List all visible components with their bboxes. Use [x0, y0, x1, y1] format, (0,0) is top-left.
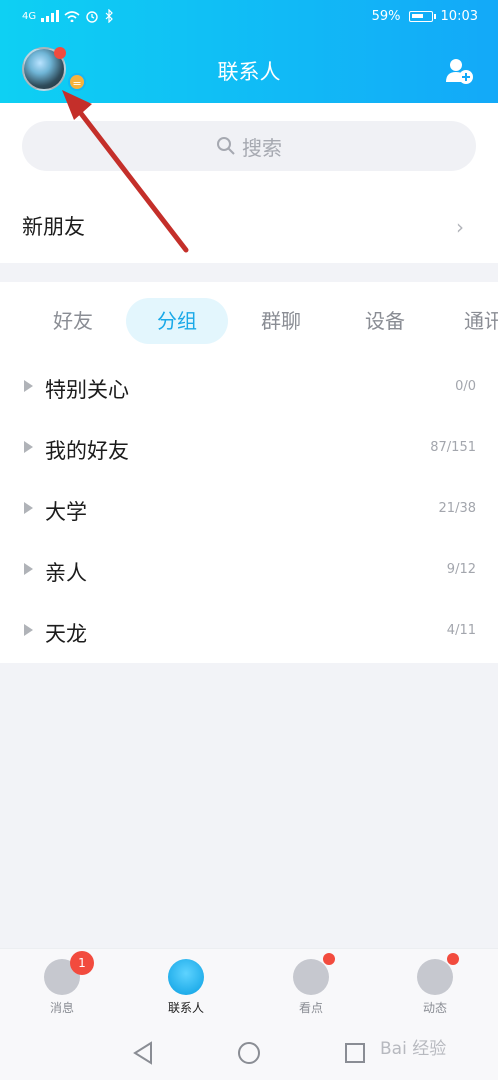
tab-groups[interactable]: 分组	[126, 298, 228, 344]
expand-arrow-icon	[24, 441, 33, 453]
group-name: 大学	[45, 500, 87, 524]
nav-discover[interactable]: 看点	[276, 953, 346, 1016]
nav-label: 动态	[422, 1001, 447, 1015]
home-icon[interactable]	[237, 1041, 261, 1065]
group-name: 我的好友	[45, 439, 129, 463]
eye-icon	[293, 953, 335, 995]
group-name: 天龙	[45, 622, 87, 646]
contacts-icon	[168, 959, 204, 995]
tab-friends[interactable]: 好友	[32, 298, 114, 344]
back-icon[interactable]	[132, 1041, 154, 1065]
group-row[interactable]: 特别关心 0/0	[0, 359, 498, 419]
nav-contacts[interactable]: 联系人	[151, 959, 221, 1016]
tab-group-chats[interactable]: 群聊	[240, 298, 322, 344]
nav-label: 看点	[298, 1001, 323, 1015]
nav-messages[interactable]: 1 消息	[27, 951, 97, 1016]
group-name: 亲人	[45, 561, 87, 585]
group-count: 87/151	[430, 440, 476, 455]
group-row[interactable]: 天龙 4/11	[0, 603, 498, 663]
nav-label: 消息	[49, 1001, 74, 1015]
tab-contacts-book[interactable]: 通讯	[464, 298, 498, 344]
group-count: 21/38	[438, 501, 476, 516]
expand-arrow-icon	[24, 380, 33, 392]
tab-devices[interactable]: 设备	[344, 298, 426, 344]
message-icon: 1	[44, 951, 94, 995]
bottom-nav: 1 消息 联系人 看点 动态	[0, 948, 498, 1025]
group-count: 0/0	[455, 379, 476, 394]
nav-label: 联系人	[167, 1001, 204, 1015]
expand-arrow-icon	[24, 563, 33, 575]
planet-icon	[417, 953, 459, 995]
unread-badge: 1	[70, 951, 94, 975]
notification-dot	[323, 953, 335, 965]
group-name: 特别关心	[45, 378, 129, 402]
notification-dot	[447, 953, 459, 965]
watermark: Bai 经验	[380, 1039, 447, 1059]
tab-bar: 好友 分组 群聊 设备 通讯	[0, 298, 498, 344]
expand-arrow-icon	[24, 502, 33, 514]
group-row[interactable]: 亲人 9/12	[0, 542, 498, 602]
nav-feed[interactable]: 动态	[400, 953, 470, 1016]
annotation-arrow	[62, 90, 189, 253]
expand-arrow-icon	[24, 624, 33, 636]
group-row[interactable]: 大学 21/38	[0, 481, 498, 541]
group-row[interactable]: 我的好友 87/151	[0, 420, 498, 480]
recent-apps-icon[interactable]	[344, 1042, 366, 1064]
group-count: 9/12	[446, 562, 476, 577]
group-count: 4/11	[446, 623, 476, 638]
